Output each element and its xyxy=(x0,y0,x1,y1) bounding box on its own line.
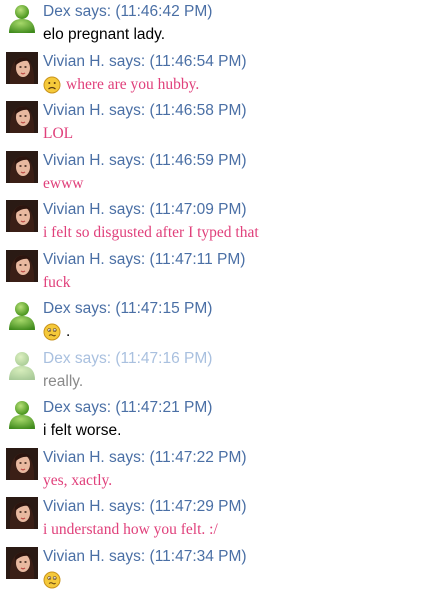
message-header: Vivian H. says: (11:47:29 PM) xyxy=(43,498,247,515)
chat-message: Vivian H. says: (11:47:29 PM) i understan… xyxy=(0,495,442,544)
message-body: ewww xyxy=(43,175,83,193)
chat-message: Vivian H. says: (11:47:22 PM) yes, xactly… xyxy=(0,446,442,495)
chat-message: Vivian H. says: (11:46:59 PM) ewww xyxy=(0,149,442,198)
worried-emoji-icon xyxy=(43,323,61,341)
chat-message: Vivian H. says: (11:46:54 PM) where are … xyxy=(0,50,442,99)
message-body: i understand how you felt. :/ xyxy=(43,521,218,539)
buddy-avatar-icon xyxy=(6,2,38,34)
message-text: fuck xyxy=(43,273,71,291)
message-body xyxy=(43,571,66,589)
message-header: Dex says: (11:47:15 PM) xyxy=(43,300,213,317)
chat-message: Dex says: (11:47:15 PM) . xyxy=(0,297,442,346)
worried-emoji-icon xyxy=(43,571,61,589)
message-header: Vivian H. says: (11:46:58 PM) xyxy=(43,102,247,119)
message-text: yes, xactly. xyxy=(43,471,113,489)
message-body: i felt so disgusted after I typed that xyxy=(43,224,259,242)
message-text: elo pregnant lady. xyxy=(43,26,166,43)
message-body: . xyxy=(43,323,70,341)
photo-avatar xyxy=(6,546,38,579)
message-header: Vivian H. says: (11:47:34 PM) xyxy=(43,547,247,565)
message-header: Dex says: (11:47:21 PM) xyxy=(43,399,213,416)
message-text: i understand how you felt. :/ xyxy=(43,521,218,538)
chat-message: Vivian H. says: (11:47:34 PM) xyxy=(0,545,442,594)
chat-message: Vivian H. says: (11:47:09 PM) i felt so d… xyxy=(0,198,442,247)
photo-avatar xyxy=(6,200,38,232)
message-body: i felt worse. xyxy=(43,422,121,440)
message-body: elo pregnant lady. xyxy=(43,26,165,44)
photo-avatar xyxy=(6,51,38,84)
message-text: where are you hubby. xyxy=(66,75,200,93)
photo-avatar xyxy=(6,497,38,529)
message-body: fuck xyxy=(43,274,71,292)
photo-avatar xyxy=(6,101,38,133)
chat-message: Vivian H. says: (11:46:58 PM) LOL xyxy=(0,99,442,148)
message-body: where are you hubby. xyxy=(43,76,199,94)
message-header: Vivian H. says: (11:46:59 PM) xyxy=(43,151,247,169)
chat-message: Dex says: (11:47:21 PM) i felt worse. xyxy=(0,396,442,445)
message-body: really. xyxy=(43,373,83,391)
photo-avatar xyxy=(6,150,38,183)
buddy-avatar-icon xyxy=(6,398,38,430)
message-header: Vivian H. says: (11:47:11 PM) xyxy=(43,250,246,268)
message-text: i felt worse. xyxy=(43,422,122,439)
message-header: Vivian H. says: (11:46:54 PM) xyxy=(43,52,247,70)
message-text: ewww xyxy=(43,174,84,192)
photo-avatar xyxy=(6,249,38,282)
frown-emoji-icon xyxy=(43,76,61,94)
message-header: Vivian H. says: (11:47:22 PM) xyxy=(43,448,247,466)
chat-message: Vivian H. says: (11:47:11 PM) fuck xyxy=(0,248,442,297)
message-body: yes, xactly. xyxy=(43,472,112,490)
message-header: Vivian H. says: (11:47:09 PM) xyxy=(43,201,247,218)
message-text: . xyxy=(66,323,71,340)
message-header: Dex says: (11:46:42 PM) xyxy=(43,3,213,20)
message-text: i felt so disgusted after I typed that xyxy=(43,224,259,241)
buddy-avatar-icon xyxy=(6,349,38,381)
buddy-avatar-icon xyxy=(6,299,38,331)
message-body: LOL xyxy=(43,125,73,143)
chat-message: Dex says: (11:46:42 PM) elo pregnant lady… xyxy=(0,0,442,49)
photo-avatar xyxy=(6,447,38,480)
chat-transcript: Dex says: (11:46:42 PM) elo pregnant lady… xyxy=(0,0,442,603)
message-text: LOL xyxy=(43,125,74,142)
message-text: really. xyxy=(43,372,84,390)
chat-message: Dex says: (11:47:16 PM) really. xyxy=(0,347,442,396)
message-header: Dex says: (11:47:16 PM) xyxy=(43,349,213,367)
